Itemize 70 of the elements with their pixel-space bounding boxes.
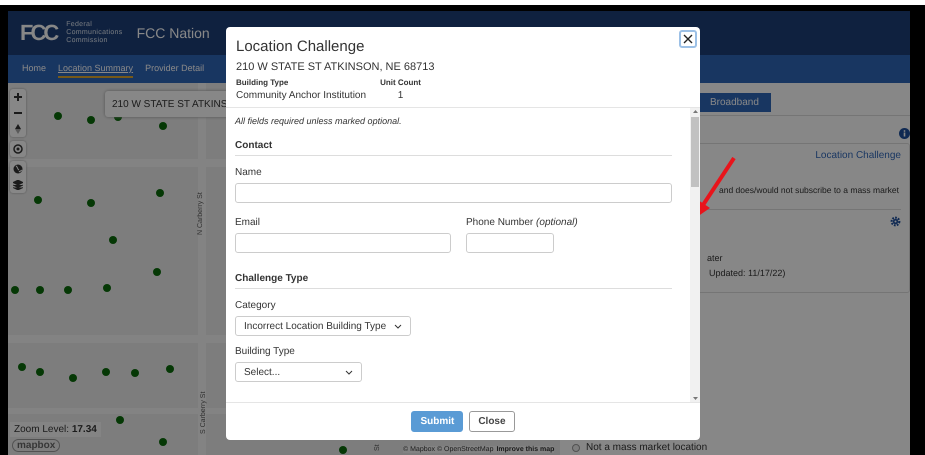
location-dot[interactable] — [34, 196, 42, 204]
dialog-title: Location Challenge — [236, 38, 366, 55]
scroll-down-icon — [692, 397, 698, 400]
location-dot[interactable] — [54, 112, 62, 120]
location-challenge-link[interactable]: Location Challenge — [815, 150, 901, 161]
compass-icon — [15, 124, 21, 134]
field-label: Phone Number (optional) — [466, 217, 578, 228]
location-dot[interactable] — [87, 116, 95, 124]
email-input[interactable] — [235, 233, 451, 253]
detail-label: Building Type — [236, 78, 288, 87]
broadband-tab[interactable]: Broadband — [698, 93, 771, 112]
dialog-address: 210 W STATE ST ATKINSON, NE 68713 — [236, 61, 436, 73]
close-icon — [683, 34, 693, 44]
category-select[interactable]: Incorrect Location Building Type — [235, 316, 412, 336]
location-dot[interactable] — [153, 268, 161, 276]
building-type-select[interactable]: Select... — [235, 362, 362, 382]
name-input[interactable] — [235, 183, 672, 203]
nav-link[interactable]: Provider Detail — [145, 60, 204, 78]
app-title: FCC Nation — [136, 25, 210, 41]
required-note: All fields required unless marked optional. — [235, 116, 403, 126]
radio-button[interactable] — [572, 444, 580, 452]
location-dot[interactable] — [109, 236, 117, 244]
location-dot[interactable] — [64, 286, 72, 294]
location-dot[interactable] — [159, 438, 167, 446]
location-dot[interactable] — [103, 284, 111, 292]
card-text: Updated: 11/17/22) — [708, 268, 786, 278]
zoom-level-label: Zoom Level: 17.34 — [10, 422, 101, 437]
location-dot[interactable] — [36, 368, 44, 376]
minus-icon — [14, 109, 22, 117]
close-button[interactable] — [679, 30, 697, 48]
location-dot[interactable] — [69, 374, 77, 382]
scroll-up-icon — [692, 110, 698, 113]
nav-link[interactable]: Home — [22, 60, 46, 78]
card-text: ater — [706, 253, 724, 263]
card-text: and does/would not subscribe to a mass market — [718, 185, 900, 195]
layers-button[interactable] — [10, 177, 26, 193]
detail-value: 1 — [398, 90, 404, 101]
location-dot[interactable] — [102, 368, 110, 376]
layers-icon — [13, 180, 23, 190]
location-dot[interactable] — [156, 189, 164, 197]
map-logo: mapbox — [12, 439, 60, 452]
agency-logo: FCC — [20, 20, 56, 46]
detail-value: Community Anchor Institution — [236, 90, 366, 101]
location-dot[interactable] — [339, 446, 347, 454]
radio-label: Not a mass market location — [586, 442, 708, 453]
field-label: Name — [235, 167, 263, 178]
locate-icon — [13, 144, 23, 154]
chevron-down-icon — [345, 370, 353, 374]
chevron-down-icon — [394, 324, 402, 328]
location-dot[interactable] — [18, 363, 26, 371]
close-dialog-button[interactable]: Close — [469, 411, 515, 432]
section-heading: Challenge Type — [235, 273, 672, 289]
section-heading: Contact — [235, 140, 672, 156]
location-dot[interactable] — [11, 286, 19, 294]
field-label: Email — [235, 217, 262, 228]
plus-icon — [14, 93, 22, 101]
submit-button[interactable]: Submit — [411, 411, 464, 432]
location-dot[interactable] — [116, 416, 124, 424]
location-dot[interactable] — [87, 199, 95, 207]
field-label: Category — [235, 300, 277, 311]
nav-link[interactable]: Location Summary — [58, 60, 134, 78]
location-dot[interactable] — [159, 122, 167, 130]
detail-label: Unit Count — [380, 78, 421, 87]
phone-input[interactable] — [466, 233, 554, 253]
scroll-thumb[interactable] — [691, 117, 699, 187]
gear-icon — [890, 216, 901, 227]
location-dot[interactable] — [36, 286, 44, 294]
location-dot[interactable] — [166, 365, 174, 373]
field-label: Building Type — [235, 346, 296, 357]
location-dot[interactable] — [131, 369, 139, 377]
